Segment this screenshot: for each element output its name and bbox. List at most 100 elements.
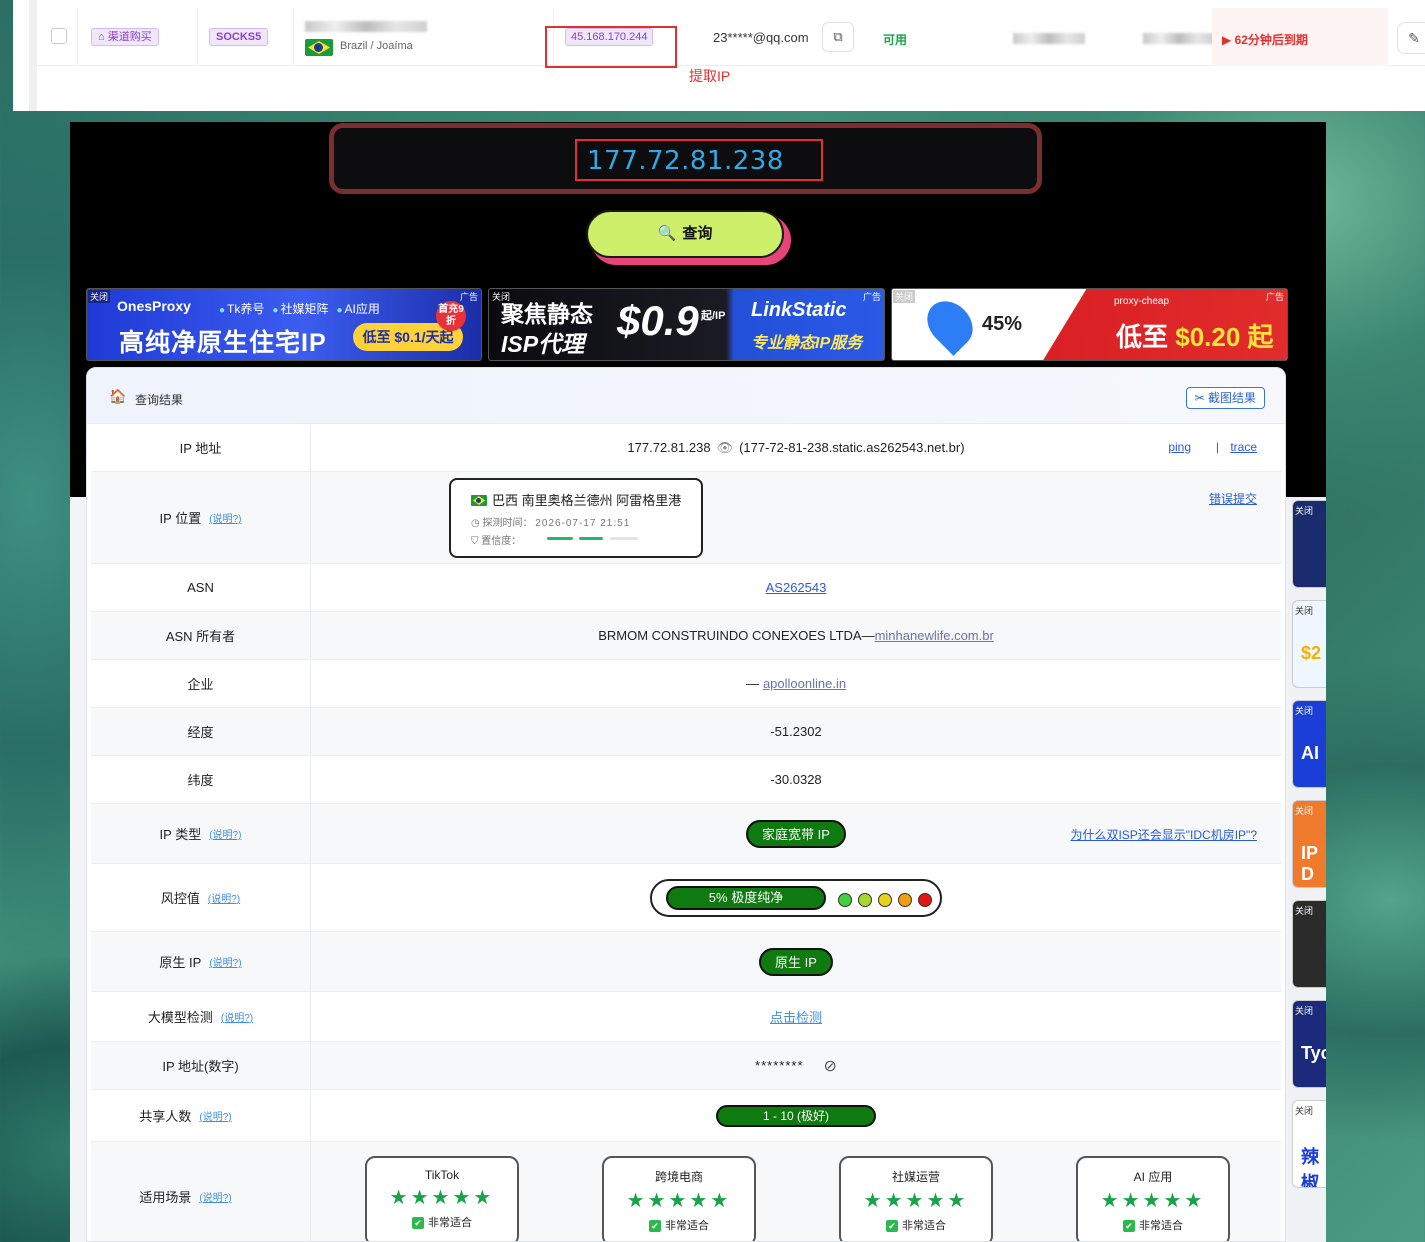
ip-highlight-rect <box>545 26 677 68</box>
star-rating: ★★★★★ <box>863 1190 969 1212</box>
side-ad-text: AI <box>1301 743 1319 763</box>
scene-card-social: 社媒运营 ★★★★★ 非常适合 <box>839 1156 993 1241</box>
risk-dot-3 <box>878 892 892 907</box>
row-label: 适用场景 (说明?) <box>91 1142 311 1241</box>
row-ip-address: IP 地址 177.72.81.238 👁 (177-72-81-238.sta… <box>91 424 1281 472</box>
ad-close[interactable]: 关闭 <box>1295 804 1313 817</box>
latitude-value: -30.0328 <box>770 772 822 787</box>
llm-check-link[interactable]: 点击检测 <box>770 1007 822 1026</box>
ad-headline: 低至 $0.20 起 <box>1116 322 1274 352</box>
ad-headline: 高纯净原生住宅IP <box>119 329 327 357</box>
row-ip-location: IP 位置 (说明?) 巴西 南里奥格兰德州 阿雷格里港 ◷ 探测时间： 2026… <box>91 472 1281 564</box>
help-link[interactable]: (说明?) <box>208 890 240 905</box>
ad-onesproxy[interactable]: 关闭 广告 OnesProxy Tk养号社媒矩阵AI应用 高纯净原生住宅IP 低… <box>86 288 482 361</box>
eye-off-icon[interactable]: ⊘ <box>824 1056 837 1076</box>
row-ip-numeric: IP 地址(数字) ******** ⊘ <box>91 1042 1281 1090</box>
row-label: 纬度 <box>91 756 311 803</box>
asn-owner-domain-link[interactable]: minhanewlife.com.br <box>875 628 994 643</box>
confidence-seg-1 <box>547 537 573 540</box>
longitude-value: -51.2302 <box>770 724 822 739</box>
row-asn-owner: ASN 所有者 BRMOM CONSTRUINDO CONEXOES LTDA—… <box>91 612 1281 660</box>
ad-brand: OnesProxy <box>117 298 191 314</box>
edit-icon[interactable]: ✎ <box>1397 22 1425 54</box>
help-link[interactable]: (说明?) <box>221 1009 253 1024</box>
risk-score-bar: 5% 极度纯净 <box>666 885 826 910</box>
screenshot-button[interactable]: ✂ 截图结果 <box>1185 387 1265 409</box>
risk-dot-1 <box>838 892 852 907</box>
channel-tag: ⌂ 渠道购买 <box>91 28 159 46</box>
confidence-seg-3 <box>610 537 638 540</box>
org-domain-link[interactable]: apolloonline.in <box>763 676 846 691</box>
ad-unit: 起/IP <box>701 310 726 322</box>
row-label: 经度 <box>91 708 311 755</box>
result-card: 🏠 查询结果 ✂ 截图结果 IP 地址 177.72.81.238 👁 (177… <box>86 367 1286 1242</box>
ad-close[interactable]: 关闭 <box>88 290 111 303</box>
star-rating: ★★★★★ <box>389 1187 495 1209</box>
ad-close[interactable]: 关闭 <box>1295 904 1313 917</box>
scene-card-tiktok: TikTok ★★★★★ 非常适合 <box>365 1156 519 1241</box>
help-link[interactable]: (说明?) <box>209 826 241 841</box>
shield-icon: ⛉ <box>471 536 479 547</box>
extract-ip-label: 提取IP <box>689 68 731 84</box>
ip-type-badge: 家庭宽带 IP <box>746 819 846 848</box>
email-text: 23*****@qq.com <box>713 30 809 45</box>
result-header: 🏠 查询结果 ✂ 截图结果 <box>87 368 1285 424</box>
ad-close[interactable]: 关闭 <box>1295 604 1313 617</box>
trace-link[interactable]: trace <box>1230 440 1257 454</box>
ad-close[interactable]: 关闭 <box>1295 504 1313 517</box>
blurred-value-1 <box>1013 33 1085 44</box>
side-ad-text: $2 <box>1301 643 1322 663</box>
idc-note-link[interactable]: 为什么双ISP还会显示"IDC机房IP"? <box>1070 826 1257 843</box>
proxy-cheap-logo-icon <box>918 292 982 356</box>
query-button[interactable]: 🔍 查询 <box>586 210 784 258</box>
search-highlight-rect <box>575 139 823 181</box>
help-link[interactable]: (说明?) <box>199 1189 231 1204</box>
ad-brand: proxy-cheap <box>1114 296 1170 307</box>
row-label: 企业 <box>91 660 311 707</box>
row-checkbox[interactable] <box>51 28 67 44</box>
ad-price: $0.9 <box>617 297 699 344</box>
row-risk: 风控值 (说明?) 5% 极度纯净 <box>91 864 1281 932</box>
side-ad-5[interactable]: 关闭 <box>1292 900 1326 988</box>
risk-dot-4 <box>898 892 912 907</box>
ad-percent: 45% <box>982 313 1023 335</box>
ad-linkstatic[interactable]: 关闭 广告 聚焦静态 ISP代理 $0.9 起/IP LinkStatic 专业… <box>488 288 885 361</box>
ping-link[interactable]: ping <box>1168 440 1191 454</box>
asn-owner-value: BRMOM CONSTRUINDO CONEXOES LTDA— <box>598 628 875 643</box>
ad-close[interactable]: 关闭 <box>1295 1104 1313 1117</box>
row-label: ASN <box>91 564 311 611</box>
report-error-link[interactable]: 错误提交 <box>1209 490 1257 507</box>
help-link[interactable]: (说明?) <box>209 954 241 969</box>
row-org: 企业 — apolloonline.in <box>91 660 1281 708</box>
side-ad-1[interactable]: 关闭 <box>1292 500 1326 588</box>
row-longitude: 经度 -51.2302 <box>91 708 1281 756</box>
side-ad-2[interactable]: 关闭 $2 <box>1292 600 1326 688</box>
ad-tag: 广告 <box>1265 292 1284 302</box>
side-ad-7[interactable]: 关闭辣椒 <box>1292 1100 1326 1188</box>
row-ip-type: IP 类型 (说明?) 家庭宽带 IP 为什么双ISP还会显示"IDC机房IP"? <box>91 804 1281 864</box>
side-ad-text: 辣椒 <box>1301 1147 1319 1188</box>
risk-dot-5 <box>918 892 932 907</box>
ad-close[interactable]: 关闭 <box>1295 704 1313 717</box>
location-card: 巴西 南里奥格兰德州 阿雷格里港 ◷ 探测时间： 2026-07-17 21:5… <box>449 478 703 558</box>
copy-button[interactable]: ⧉ <box>822 22 854 52</box>
row-label: 原生 IP (说明?) <box>91 932 311 991</box>
ip-numeric-value: ******** <box>755 1058 804 1073</box>
ad-title: 聚焦静态 <box>501 301 593 327</box>
side-ad-3[interactable]: 关闭 AI <box>1292 700 1326 788</box>
ad-close[interactable]: 关闭 <box>1295 1004 1313 1017</box>
help-link[interactable]: (说明?) <box>199 1108 231 1123</box>
row-label: IP 地址 <box>91 424 311 471</box>
eye-icon[interactable]: 👁 <box>717 440 734 456</box>
clock-icon: ◷ <box>471 518 480 529</box>
row-label: 风控值 (说明?) <box>91 864 311 931</box>
blurred-name <box>305 21 427 32</box>
scene-card-ai: AI 应用 ★★★★★ 非常适合 <box>1076 1156 1230 1241</box>
help-link[interactable]: (说明?) <box>209 510 241 525</box>
side-ad-4[interactable]: 关闭 IP D <box>1292 800 1326 888</box>
side-ad-6[interactable]: 关闭 Tycl <box>1292 1000 1326 1088</box>
ad-proxy-cheap[interactable]: 关闭 广告 45% proxy-cheap 低至 $0.20 起 <box>891 288 1288 361</box>
asn-link[interactable]: AS262543 <box>766 580 827 595</box>
ad-close[interactable]: 关闭 <box>893 290 916 303</box>
row-label: IP 类型 (说明?) <box>91 804 311 863</box>
